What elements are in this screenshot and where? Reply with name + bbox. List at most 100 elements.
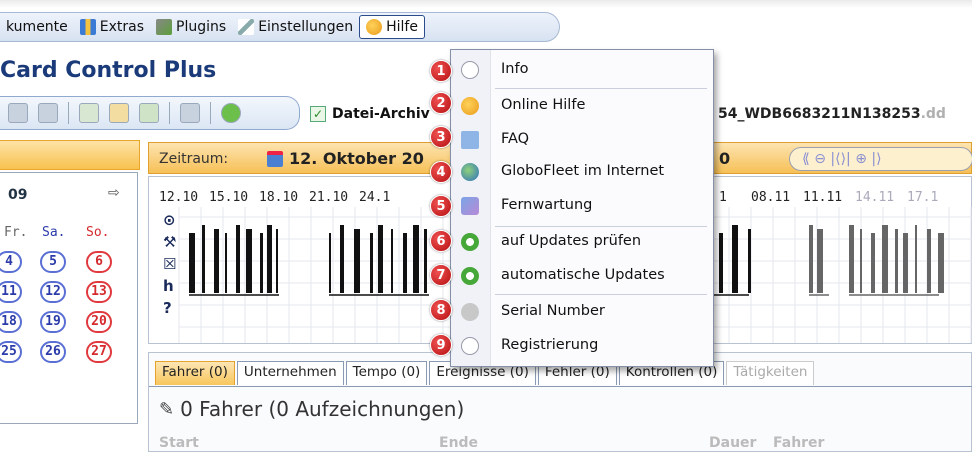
menu-extras-label: Extras — [99, 19, 145, 35]
menu-dokumente-label: kumente — [6, 19, 68, 35]
globe-icon — [461, 163, 479, 181]
email-icon[interactable] — [109, 103, 129, 123]
activity-bar — [719, 233, 723, 293]
menu-item-serial-number[interactable]: Serial Number — [451, 296, 713, 328]
calendar-day[interactable]: 18 — [0, 311, 22, 333]
menu-item-serial-number-label: Serial Number — [501, 303, 605, 319]
callout-badge: 5 — [430, 195, 452, 217]
menu-bar: kumente Extras Plugins Einstellungen Hil… — [0, 12, 560, 42]
menu-item-fernwartung-label: Fernwartung — [501, 197, 593, 213]
tab-taetigkeiten[interactable]: Tätigkeiten — [726, 361, 815, 385]
activity-bar — [849, 225, 854, 293]
calendar-header-bar — [0, 140, 140, 170]
tab-fahrer[interactable]: Fahrer (0) — [155, 361, 235, 385]
calendar-day[interactable]: 12 — [40, 281, 66, 303]
menu-dokumente[interactable]: kumente — [0, 15, 74, 39]
menu-separator — [495, 88, 707, 89]
column-header-ende[interactable]: Ende — [439, 435, 478, 451]
tab-unternehmen[interactable]: Unternehmen — [236, 361, 344, 385]
read-card-icon[interactable] — [79, 103, 99, 123]
menu-plugins[interactable]: Plugins — [150, 15, 232, 39]
calendar-day[interactable]: 20 — [86, 311, 112, 333]
column-header-dauer[interactable]: Dauer — [709, 435, 756, 451]
calendar-day[interactable]: 5 — [40, 251, 66, 273]
puzzle-icon — [156, 19, 173, 35]
range-start[interactable]: 12. Oktober 20 — [267, 149, 424, 168]
tick-label: 11.11 — [803, 190, 842, 205]
archive-toggle[interactable]: ✓ Datei-Archiv — [310, 106, 430, 122]
column-header-start[interactable]: Start — [159, 435, 199, 451]
export-icon[interactable] — [139, 103, 159, 123]
activity-symbol: h — [163, 277, 174, 295]
timeline-navigation[interactable]: ⟪ ⊖ |⟨⟩| ⊕ |⟩ — [789, 147, 972, 171]
print-icon[interactable] — [180, 103, 200, 123]
tab-underline — [149, 386, 972, 387]
calendar-day[interactable]: 25 — [0, 341, 22, 363]
toolbar-button-1[interactable] — [8, 103, 28, 123]
range-label: Zeitraum: — [159, 151, 229, 167]
activity-bar — [260, 233, 263, 293]
menu-item-automatische-updates-label: automatische Updates — [501, 267, 665, 283]
checkbox-icon[interactable]: ✓ — [310, 106, 326, 122]
tick-label: 12.10 — [159, 190, 198, 205]
callout-badge: 1 — [430, 60, 452, 82]
activity-bar — [915, 225, 917, 293]
activity-bar — [903, 233, 908, 293]
activity-bar — [860, 229, 862, 293]
activity-bar — [871, 233, 875, 293]
activity-bar — [340, 225, 344, 293]
activity-bar — [202, 225, 205, 293]
menu-item-fernwartung[interactable]: Fernwartung — [451, 190, 713, 222]
menu-item-automatische-updates[interactable]: automatische Updates — [451, 260, 713, 292]
activity-bar — [236, 225, 240, 293]
activity-bar — [329, 233, 331, 293]
calendar-day[interactable]: 26 — [40, 341, 66, 363]
menu-extras[interactable]: Extras — [74, 15, 150, 39]
menu-item-faq-label: FAQ — [501, 131, 530, 147]
calendar-icon — [267, 150, 283, 167]
activity-bar — [927, 229, 931, 293]
tick-label: 21.10 — [309, 190, 348, 205]
menu-item-faq[interactable]: FAQ — [451, 124, 713, 156]
activity-bar — [189, 233, 195, 293]
callout-badge: 6 — [430, 230, 452, 252]
range-end[interactable]: 0 — [719, 149, 730, 168]
activity-symbol: ⊙ — [163, 211, 176, 229]
menu-item-online-hilfe[interactable]: Online Hilfe — [451, 90, 713, 122]
pencil-icon: ✎ — [159, 398, 175, 420]
activity-symbol: ☒ — [163, 255, 176, 273]
refresh-icon[interactable] — [221, 103, 241, 123]
menu-einstellungen[interactable]: Einstellungen — [232, 15, 359, 39]
toolbar-separator — [68, 102, 69, 124]
menu-item-updates-pruefen-label: auf Updates prüfen — [501, 233, 642, 249]
toolbar-button-2[interactable] — [38, 103, 58, 123]
callout-badge: 8 — [430, 299, 452, 321]
table-icon — [79, 19, 96, 35]
tab-tempo[interactable]: Tempo (0) — [345, 361, 428, 385]
next-arrow-icon[interactable]: ⇨ — [108, 185, 120, 201]
menu-item-info[interactable]: Info — [451, 54, 713, 86]
menu-item-updates-pruefen[interactable]: auf Updates prüfen — [451, 226, 713, 258]
menu-hilfe[interactable]: Hilfe — [359, 15, 425, 39]
toolbar-separator — [169, 102, 170, 124]
activity-bar — [424, 229, 427, 293]
tick-label: 24.1 — [359, 190, 390, 205]
menu-item-globofleet-internet[interactable]: GloboFleet im Internet — [451, 156, 713, 188]
callout-badge: 9 — [430, 334, 452, 356]
column-header-fahrer[interactable]: Fahrer — [773, 435, 824, 451]
callout-badge: 4 — [430, 161, 452, 183]
calendar-day[interactable]: 4 — [0, 251, 22, 273]
calendar-day[interactable]: 11 — [0, 281, 22, 303]
menu-einstellungen-label: Einstellungen — [258, 19, 354, 35]
calendar-day[interactable]: 19 — [40, 311, 66, 333]
menu-item-registrierung[interactable]: Registrierung — [451, 330, 713, 362]
calendar-day[interactable]: 27 — [86, 341, 112, 363]
menu-item-globofleet-label: GloboFleet im Internet — [501, 163, 665, 179]
remote-icon — [461, 197, 479, 215]
activity-bar — [895, 229, 898, 293]
activity-bar — [809, 225, 813, 293]
calendar-day[interactable]: 6 — [86, 251, 112, 273]
book-icon — [461, 131, 479, 149]
calendar-day[interactable]: 13 — [86, 281, 112, 303]
toolbar-separator — [210, 102, 211, 124]
